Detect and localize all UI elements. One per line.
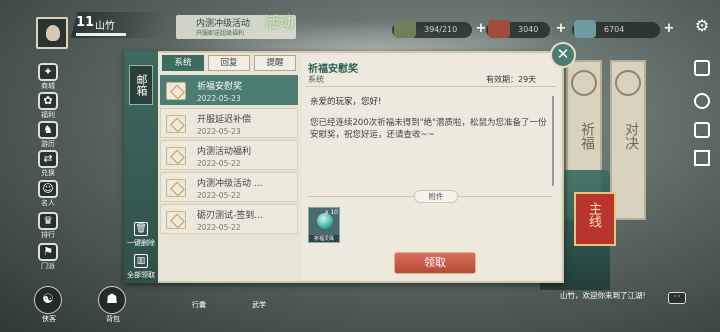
envelope-icon [166, 179, 186, 197]
tab-reminder[interactable]: 提醒 [254, 55, 296, 71]
people-icon: ☺ [38, 180, 58, 198]
pack-label: 行囊 [192, 301, 206, 309]
sidebar-item-people[interactable]: ☺ 名人 [34, 180, 62, 207]
bag-button[interactable]: ☗ [98, 286, 126, 314]
list-item[interactable]: 开服延迟补偿 2022-05-23 [160, 108, 298, 138]
mail-greeting: 亲爱的玩家，您好! [310, 97, 382, 107]
bag-icon [394, 20, 416, 38]
sidebar-item-sect[interactable]: ⚑ 门派 [34, 243, 62, 270]
scrollbar[interactable] [552, 96, 554, 186]
xp-bar [76, 33, 126, 36]
bag-resource-value: 394/210 [424, 25, 458, 34]
gem-icon [574, 20, 596, 38]
rank-icon: ♛ [38, 212, 58, 230]
avatar[interactable] [36, 17, 68, 49]
event-badge: 活动 [263, 13, 294, 31]
envelope-icon [166, 82, 186, 100]
bag-resource: 394/210 [392, 20, 472, 38]
mainline-button[interactable]: 主线 [574, 192, 616, 246]
chat-button[interactable]: ··· [668, 292, 686, 304]
sidebar-item-exchange[interactable]: ⇄ 兑换 [34, 150, 62, 177]
calendar-icon[interactable] [694, 122, 710, 138]
claim-all-button[interactable]: ▥ 全部领取 [124, 254, 158, 280]
close-button[interactable]: ✕ [550, 42, 576, 68]
envelope-icon [166, 115, 186, 133]
sidebar-item-shop[interactable]: ✦ 商城 [34, 63, 62, 90]
hero-icon: ☯ [42, 292, 54, 307]
envelope-icon [166, 211, 186, 229]
mail-sender: 系统 [308, 75, 324, 84]
tab-system[interactable]: 系统 [162, 55, 204, 71]
mail-body: 您已经连续200次祈福未得到"绝"潜质啦，松鼠为您准备了一份安慰奖，祝您好运，还… [310, 118, 547, 140]
close-icon: ✕ [556, 45, 570, 63]
sidebar-item-travel[interactable]: ♞ 游历 [34, 121, 62, 148]
mail-validity: 有效期：29天 [486, 75, 537, 84]
sidebar-item-welfare[interactable]: ✿ 福利 [34, 92, 62, 119]
martial-label: 武学 [252, 301, 266, 309]
event-subtitle: 开服即送超级福利 [196, 30, 245, 37]
mail-tabs: 系统 回复 提醒 [160, 55, 298, 73]
list-item[interactable]: 内测冲级活动 ... 2022-05-22 [160, 172, 298, 202]
task-icon[interactable] [694, 93, 710, 109]
gem-resource-value: 6704 [604, 25, 625, 34]
hero-label: 侠客 [42, 315, 56, 323]
bag-button-icon: ☗ [106, 292, 118, 307]
coin-resource-value: 3040 [518, 25, 539, 34]
player-name: 山竹 [95, 21, 115, 32]
coin-icon [488, 20, 510, 38]
mail-header: 邮箱 [129, 65, 153, 105]
travel-icon: ♞ [38, 121, 58, 139]
claim-button[interactable]: 领取 [394, 252, 476, 274]
attachment-label: 附件 [414, 190, 458, 203]
checklist-icon[interactable] [694, 150, 710, 166]
list-item[interactable]: 祈福安慰奖 2022-05-23 [160, 75, 298, 105]
shop-icon: ✦ [38, 63, 58, 81]
tab-reply[interactable]: 回复 [208, 55, 250, 71]
attachment-item[interactable]: x 10 祈福灵珠 [308, 207, 340, 243]
add-gem-button[interactable]: + [662, 22, 676, 37]
coin-resource: 3040 [486, 20, 550, 38]
sidebar-item-rank[interactable]: ♛ 排行 [34, 212, 62, 239]
divider [306, 86, 556, 87]
list-item[interactable]: 砺刃测试-签到... 2022-05-22 [160, 204, 298, 234]
trash-icon: 🗑 [134, 222, 148, 236]
announcement-icon[interactable] [694, 60, 710, 76]
mail-detail [302, 55, 560, 280]
gift-icon: ✿ [38, 92, 58, 110]
bag-label: 背包 [106, 315, 120, 323]
player-level: 11 [76, 15, 95, 30]
sect-icon: ⚑ [38, 243, 58, 261]
envelope-icon [166, 147, 186, 165]
attachment-name: 祈福灵珠 [309, 235, 339, 242]
add-coin-button[interactable]: + [554, 22, 568, 37]
gear-icon[interactable]: ⚙ [693, 17, 711, 35]
hero-button[interactable]: ☯ [34, 286, 62, 314]
exchange-icon: ⇄ [38, 150, 58, 168]
event-banner[interactable]: 内测冲级活动 开服即送超级福利 活动 [176, 13, 296, 39]
list-item[interactable]: 内测活动福利 2022-05-22 [160, 140, 298, 170]
attachment-qty: x 10 [324, 209, 338, 216]
claim-icon: ▥ [134, 254, 148, 268]
delete-all-button[interactable]: 🗑 一键删除 [124, 222, 158, 248]
gem-resource: 6704 [572, 20, 660, 38]
mail-sidebar: 邮箱 [124, 51, 158, 283]
mail-title: 祈福安慰奖 [308, 64, 358, 75]
